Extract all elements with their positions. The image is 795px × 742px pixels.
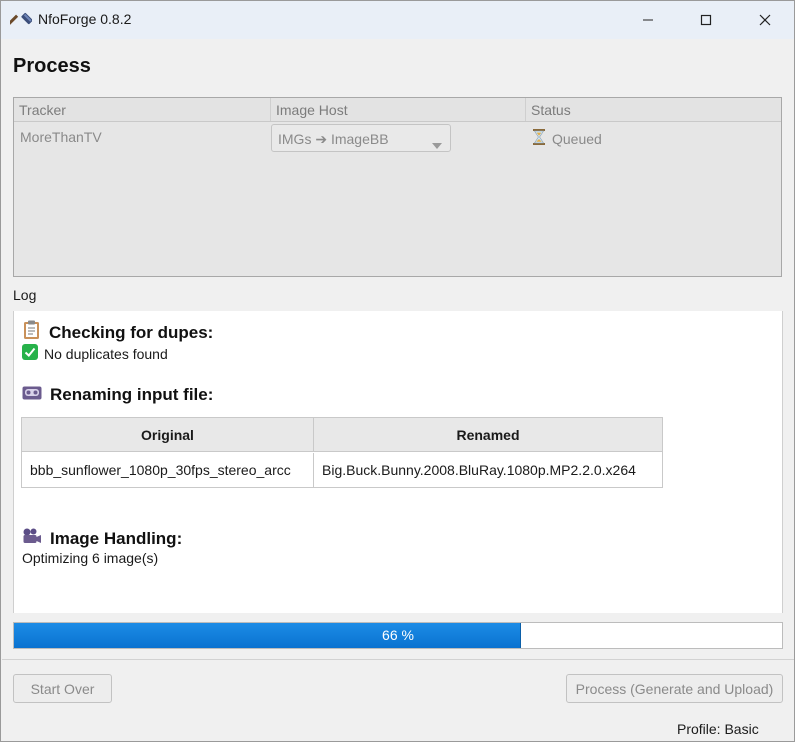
log-heading-text: Image Handling: <box>50 528 183 548</box>
videocassette-icon <box>22 385 42 405</box>
column-header-status[interactable]: Status <box>526 98 781 121</box>
dupes-result: No duplicates found <box>22 344 168 363</box>
close-icon <box>759 14 771 26</box>
tracker-name: MoreThanTV <box>20 129 102 145</box>
window-title: NfoForge 0.8.2 <box>38 11 132 27</box>
clipboard-icon <box>22 320 41 345</box>
divider <box>2 659 794 660</box>
maximize-icon <box>700 14 712 26</box>
image-host-value: IMGs ➔ ImageBB <box>278 131 389 147</box>
minimize-button[interactable] <box>619 1 677 39</box>
image-host-select[interactable]: IMGs ➔ ImageBB <box>271 124 451 152</box>
tracker-table-header: Tracker Image Host Status <box>14 98 781 122</box>
check-mark-icon <box>22 344 38 363</box>
log-heading-rename: Renaming input file: <box>22 385 213 405</box>
log-panel[interactable]: Checking for dupes: No duplicates found <box>13 311 783 613</box>
chevron-down-icon <box>432 136 442 152</box>
camera-icon <box>22 527 42 550</box>
title-bar: NfoForge 0.8.2 <box>1 1 794 39</box>
table-row[interactable]: MoreThanTV IMGs ➔ ImageBB Queued <box>14 123 781 153</box>
start-over-button[interactable]: Start Over <box>13 674 112 703</box>
rename-table-header: Original Renamed <box>22 418 662 452</box>
minimize-icon <box>642 14 654 26</box>
column-header-image-host[interactable]: Image Host <box>271 98 526 121</box>
log-heading-text: Renaming input file: <box>50 385 214 404</box>
log-label: Log <box>13 287 37 303</box>
log-heading-text: Checking for dupes: <box>49 322 214 342</box>
process-button[interactable]: Process (Generate and Upload) <box>566 674 783 703</box>
status-cell: Queued <box>532 129 602 148</box>
tracker-table: Tracker Image Host Status MoreThanTV IMG… <box>13 97 782 277</box>
maximize-button[interactable] <box>677 1 735 39</box>
renamed-filename: Big.Buck.Bunny.2008.BluRay.1080p.MP2.2.0… <box>322 462 636 478</box>
log-heading-images: Image Handling: <box>22 527 182 550</box>
hourglass-icon <box>532 129 546 148</box>
log-heading-dupes: Checking for dupes: <box>22 320 213 345</box>
hammer-icon <box>7 10 33 32</box>
page-title: Process <box>13 55 91 77</box>
app-window: NfoForge 0.8.2 Process Tracker Image Hos… <box>0 0 795 742</box>
column-header-original: Original <box>22 418 314 452</box>
progress-bar: 66 % <box>13 622 783 649</box>
status-text: Queued <box>552 130 602 147</box>
profile-label: Profile: Basic <box>677 721 759 737</box>
close-button[interactable] <box>736 1 794 39</box>
progress-label: 66 % <box>382 627 414 643</box>
column-header-tracker[interactable]: Tracker <box>14 98 271 121</box>
column-header-renamed: Renamed <box>456 427 520 443</box>
dupes-result-text: No duplicates found <box>44 345 168 362</box>
rename-table: Original Renamed bbb_sunflower_1080p_30f… <box>21 417 663 488</box>
image-status: Optimizing 6 image(s) <box>22 550 159 566</box>
original-filename: bbb_sunflower_1080p_30fps_stereo_arcc <box>22 453 314 487</box>
